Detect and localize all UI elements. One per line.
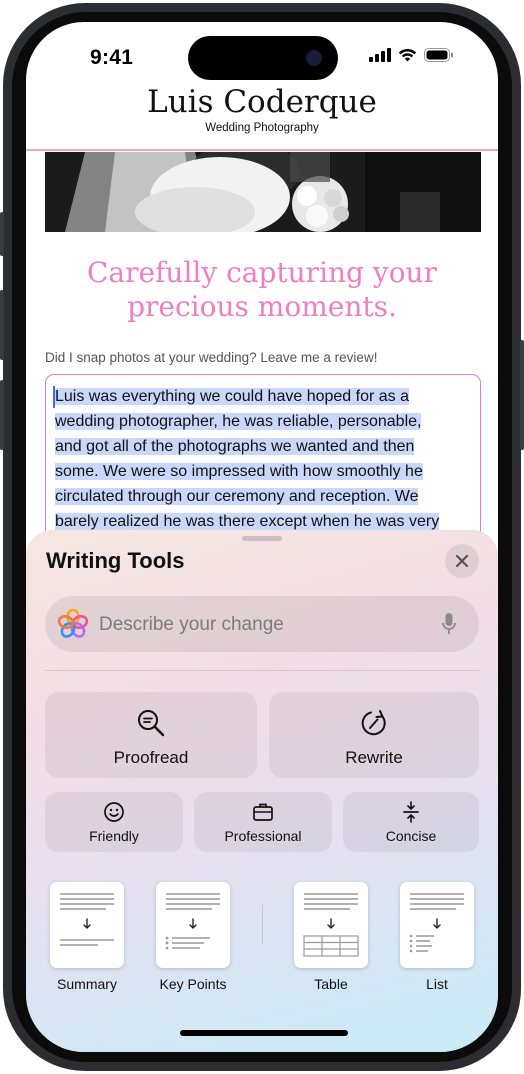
volume-down-button [0, 380, 4, 450]
apple-intelligence-icon [57, 608, 89, 638]
key-points-card[interactable] [156, 882, 230, 968]
page-headline: Carefully capturing your precious moment… [56, 256, 468, 324]
summary-card[interactable] [50, 882, 124, 968]
friendly-button[interactable]: Friendly [45, 792, 183, 852]
section-divider [45, 670, 479, 671]
power-button [520, 340, 524, 450]
professional-label: Professional [224, 828, 302, 844]
dynamic-island [188, 36, 338, 80]
briefcase-icon [253, 803, 273, 821]
wedding-photo [45, 152, 481, 232]
wifi-icon [398, 48, 417, 62]
summary-doc-icon [60, 893, 114, 946]
header-divider [26, 149, 498, 151]
describe-change-input[interactable] [97, 609, 421, 641]
summary-label: Summary [57, 976, 117, 992]
microphone-icon[interactable] [441, 612, 457, 636]
review-line: some. We were so impressed with how smoo… [55, 463, 423, 480]
format-separator [262, 905, 263, 945]
status-bar: 9:41 [26, 22, 498, 92]
proofread-button[interactable]: Proofread [45, 692, 257, 778]
camera-icon [306, 50, 322, 66]
review-textarea[interactable]: Luis was everything we could have hoped … [45, 374, 481, 546]
rewrite-cycle-icon [361, 710, 386, 736]
rewrite-label: Rewrite [345, 748, 403, 767]
concise-label: Concise [385, 828, 437, 844]
status-time: 9:41 [90, 46, 134, 69]
site-title: Luis Coderque [147, 84, 377, 120]
headline-line: precious moments. [127, 290, 397, 323]
xmark-icon [455, 554, 469, 568]
professional-button[interactable]: Professional [194, 792, 332, 852]
writing-tools-title: Writing Tools [46, 548, 185, 573]
key-points-label: Key Points [159, 976, 227, 992]
review-line: barely realized he was there except when… [55, 513, 440, 530]
home-indicator[interactable] [180, 1030, 348, 1036]
review-line: and got all of the photographs we wanted… [55, 438, 415, 455]
action-button [0, 212, 4, 256]
list-label: List [426, 976, 448, 992]
review-line: Luis was everything we could have hoped … [55, 388, 409, 405]
rewrite-button[interactable]: Rewrite [269, 692, 479, 778]
magnifier-check-icon [138, 710, 165, 737]
proofread-label: Proofread [113, 748, 189, 767]
close-button[interactable] [445, 544, 479, 578]
battery-icon [424, 48, 453, 62]
compress-icon [403, 801, 419, 823]
describe-change-field[interactable] [45, 596, 479, 652]
volume-up-button [0, 290, 4, 360]
sheet-grabber[interactable] [242, 536, 282, 541]
smiley-icon [104, 802, 124, 822]
writing-tools-sheet: Writing Tools Describe your change Proof… [26, 530, 498, 1052]
friendly-label: Friendly [89, 828, 139, 844]
list-card[interactable] [400, 882, 474, 968]
key-points-doc-icon [165, 893, 220, 950]
review-prompt: Did I snap photos at your wedding? Leave… [45, 350, 378, 365]
table-doc-icon [303, 893, 359, 957]
table-label: Table [314, 976, 348, 992]
site-subtitle: Wedding Photography [205, 122, 319, 134]
list-doc-icon [409, 893, 464, 953]
review-text[interactable]: Luis was everything we could have hoped … [55, 384, 467, 534]
concise-button[interactable]: Concise [343, 792, 479, 852]
screen: 9:41 Luis Coderque Wedding Photography C… [26, 22, 498, 1052]
table-card[interactable] [294, 882, 368, 968]
headline-line: Carefully capturing your [87, 256, 437, 289]
review-line: wedding photographer, he was reliable, p… [55, 413, 422, 430]
review-line: circulated through our ceremony and rece… [55, 488, 419, 505]
cellular-signal-icon [369, 48, 391, 62]
